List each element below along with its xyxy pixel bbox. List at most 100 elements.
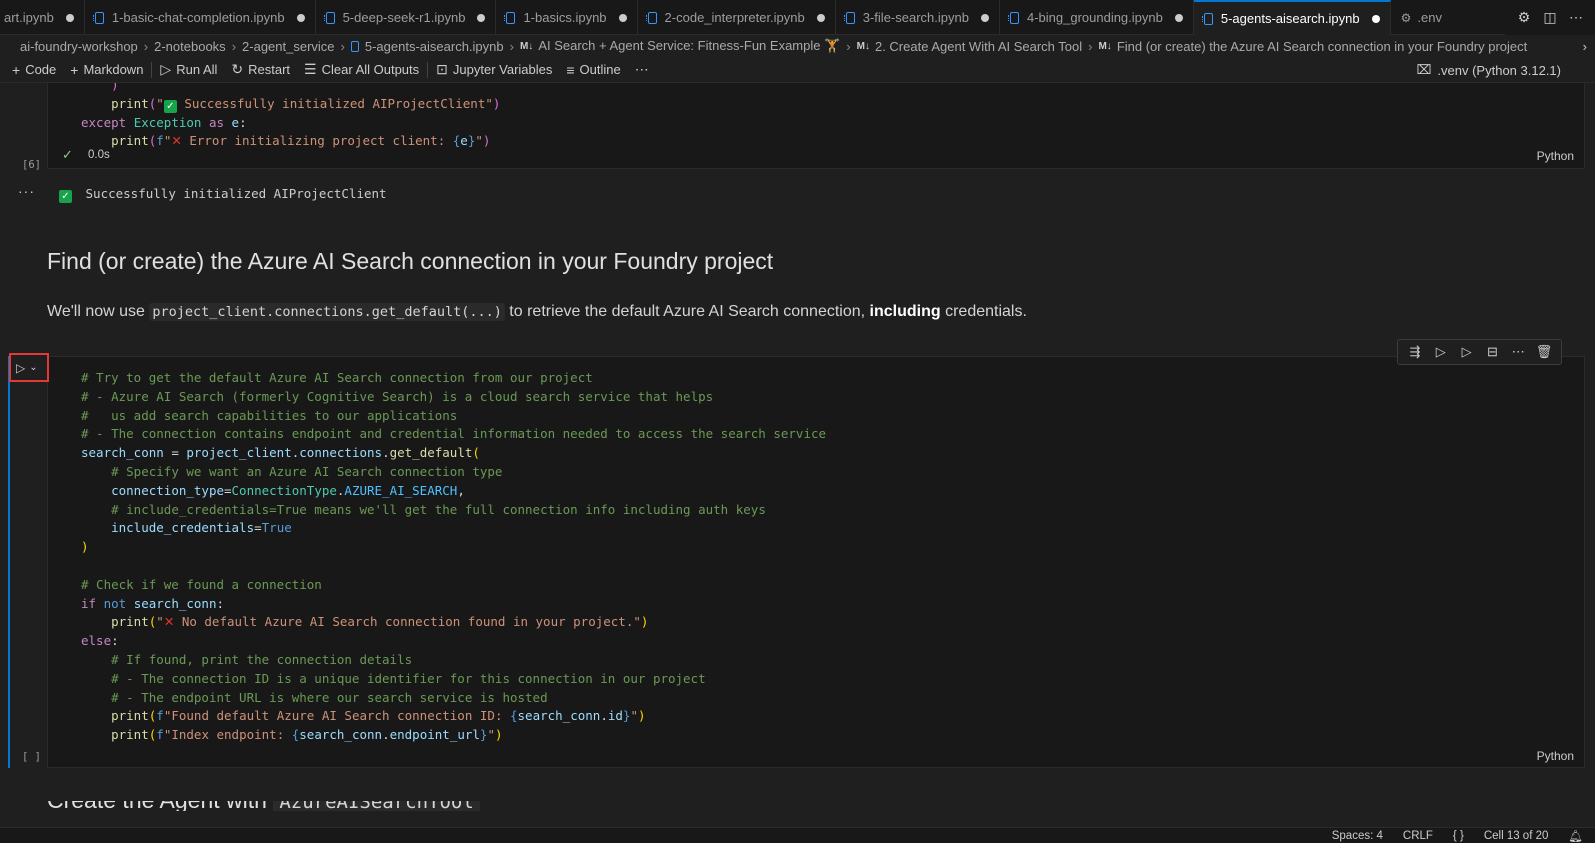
active-cell-indicator bbox=[8, 356, 10, 768]
code-cell-previous[interactable]: ) print(" ✓ Successfully initialized AIPr… bbox=[47, 83, 1585, 169]
restart-button[interactable]: ↻ Restart bbox=[231, 61, 290, 78]
cell-language-label[interactable]: Python bbox=[1537, 149, 1574, 163]
run-all-button[interactable]: ▷ Run All bbox=[160, 61, 217, 78]
notebook-icon bbox=[92, 11, 104, 24]
add-markdown-button[interactable]: + Markdown bbox=[70, 62, 143, 78]
toolbar-more-button[interactable]: ⋯ bbox=[635, 61, 654, 78]
para-text: credentials. bbox=[940, 303, 1027, 320]
line-ending-status[interactable]: CRLF bbox=[1403, 830, 1433, 842]
tab-deep-seek[interactable]: 5-deep-seek-r1.ipynb bbox=[316, 0, 497, 35]
tab-env[interactable]: ⚙ .env bbox=[1391, 0, 1452, 35]
next-heading-text: Create the Agent with bbox=[47, 801, 267, 811]
chevron-right-icon: › bbox=[340, 38, 345, 54]
cell-toolbar: ⇶ ▷ ▷ ⊟ ⋯ 🗑 bbox=[1397, 339, 1562, 365]
notebook-icon bbox=[1007, 11, 1019, 24]
breadcrumb-file[interactable]: 5-agents-aisearch.ipynb bbox=[365, 39, 504, 54]
unsaved-dot-icon bbox=[296, 13, 305, 22]
tab-label: 2-code_interpreter.ipynb bbox=[664, 10, 805, 25]
breadcrumb-section3[interactable]: Find (or create) the Azure AI Search con… bbox=[1117, 39, 1527, 54]
chevron-right-icon: › bbox=[846, 38, 851, 54]
para-text: to retrieve the default Azure AI Search … bbox=[504, 303, 870, 320]
notebook-toolbar: + Code + Markdown ▷ Run All ↻ Restart ☰ … bbox=[0, 57, 1595, 83]
markdown-icon: M↓ bbox=[519, 40, 534, 52]
notebook-icon bbox=[350, 40, 359, 52]
unsaved-dot-icon bbox=[477, 13, 486, 22]
language-braces-icon[interactable]: { } bbox=[1453, 830, 1464, 842]
para-text: We'll now use bbox=[47, 303, 150, 320]
toolbar-divider bbox=[427, 61, 429, 78]
cell-language-label[interactable]: Python bbox=[1537, 749, 1574, 763]
more-actions-icon[interactable]: ⋯ bbox=[1563, 9, 1589, 26]
output-more-icon[interactable]: ··· bbox=[18, 183, 35, 199]
notebook-icon bbox=[323, 11, 335, 24]
notebook-icon bbox=[843, 11, 855, 24]
chevron-right-icon: › bbox=[509, 38, 514, 54]
notebook-icon bbox=[504, 11, 516, 24]
para-bold: including bbox=[869, 303, 941, 320]
tab-file-search[interactable]: 3-file-search.ipynb bbox=[836, 0, 1000, 35]
breadcrumb-section1[interactable]: AI Search + Agent Service: Fitness-Fun E… bbox=[538, 38, 840, 54]
add-code-button[interactable]: + Code bbox=[12, 62, 56, 78]
breadcrumb: ai-foundry-workshop › 2-notebooks › 2-ag… bbox=[0, 35, 1595, 57]
outline-list-icon: ≡ bbox=[566, 61, 575, 78]
tab-start[interactable]: art.ipynb bbox=[0, 0, 85, 35]
tab-label: art.ipynb bbox=[4, 10, 54, 25]
plus-icon: + bbox=[12, 61, 21, 78]
breadcrumb-root[interactable]: ai-foundry-workshop bbox=[20, 39, 138, 54]
execute-below-icon[interactable]: ▷ bbox=[1455, 344, 1479, 360]
clear-outputs-label: Clear All Outputs bbox=[321, 62, 420, 77]
tab-label: 5-agents-aisearch.ipynb bbox=[1220, 11, 1360, 26]
add-code-label: Code bbox=[25, 62, 57, 77]
bell-icon[interactable]: 🔔︎ bbox=[1568, 829, 1583, 843]
unsaved-dot-icon bbox=[980, 13, 989, 22]
run-all-icon: ▷ bbox=[160, 61, 172, 77]
more-actions-icon[interactable]: ⋯ bbox=[1506, 344, 1530, 360]
exec-time: 0.0s bbox=[88, 149, 110, 161]
play-icon: ▷ bbox=[16, 360, 26, 375]
check-emoji-icon: ✓ bbox=[59, 190, 72, 203]
chevron-right-icon: › bbox=[143, 38, 149, 54]
tab-label: 4-bing_grounding.ipynb bbox=[1026, 10, 1163, 25]
settings-gear-icon[interactable]: ⚙ bbox=[1511, 9, 1537, 26]
markdown-heading: Find (or create) the Azure AI Search con… bbox=[47, 248, 774, 274]
chevron-down-icon[interactable]: ⌄ bbox=[29, 362, 37, 373]
clear-outputs-button[interactable]: ☰ Clear All Outputs bbox=[304, 61, 419, 78]
tab-code-interpreter[interactable]: 2-code_interpreter.ipynb bbox=[638, 0, 836, 35]
notebook-editor: ) print(" ✓ Successfully initialized AIPr… bbox=[0, 83, 1595, 827]
kernel-icon: ⌧ bbox=[1416, 62, 1432, 77]
run-cell-button[interactable]: ▷ ⌄ bbox=[9, 353, 49, 382]
split-editor-icon[interactable]: ◫ bbox=[1537, 9, 1563, 26]
split-cell-icon[interactable]: ⊟ bbox=[1480, 344, 1504, 360]
breadcrumb-folder1[interactable]: 2-notebooks bbox=[154, 39, 226, 54]
outline-button[interactable]: ≡ Outline bbox=[566, 62, 620, 78]
editor-tab-bar: art.ipynb 1-basic-chat-completion.ipynb … bbox=[0, 0, 1595, 35]
toolbar-divider bbox=[151, 61, 153, 78]
restart-icon: ↻ bbox=[231, 61, 244, 77]
success-check-icon: ✓ bbox=[62, 147, 73, 162]
code-cell-active[interactable]: # Try to get the default Azure AI Search… bbox=[47, 356, 1585, 768]
tab-label: .env bbox=[1417, 10, 1442, 25]
indentation-status[interactable]: Spaces: 4 bbox=[1332, 830, 1383, 842]
cell-source[interactable]: # Try to get the default Azure AI Search… bbox=[81, 369, 826, 745]
status-bar: Spaces: 4 CRLF { } Cell 13 of 20 🔔︎ bbox=[0, 827, 1595, 843]
jupyter-variables-button[interactable]: ⊡ Jupyter Variables bbox=[436, 61, 552, 78]
execute-above-icon[interactable]: ▷ bbox=[1429, 344, 1453, 360]
cell-position-status[interactable]: Cell 13 of 20 bbox=[1484, 830, 1549, 842]
cell-source[interactable]: ) print(" ✓ Successfully initialized AIPr… bbox=[81, 83, 500, 151]
unsaved-dot-icon bbox=[618, 13, 627, 22]
tab-label: 3-file-search.ipynb bbox=[862, 10, 969, 25]
breadcrumb-folder2[interactable]: 2-agent_service bbox=[242, 39, 335, 54]
jupyter-variables-label: Jupyter Variables bbox=[452, 62, 553, 77]
run-by-line-icon[interactable]: ⇶ bbox=[1403, 344, 1427, 360]
kernel-picker[interactable]: ⌧ .venv (Python 3.12.1) bbox=[1416, 57, 1561, 83]
tab-agents-aisearch[interactable]: 5-agents-aisearch.ipynb bbox=[1193, 0, 1391, 35]
unsaved-dot-icon bbox=[1174, 13, 1183, 22]
tab-basics[interactable]: 1-basics.ipynb bbox=[496, 0, 638, 35]
cell-output: ✓ Successfully initialized AIProjectClie… bbox=[59, 186, 387, 203]
tab-bing-grounding[interactable]: 4-bing_grounding.ipynb bbox=[1000, 0, 1194, 35]
breadcrumb-section2[interactable]: 2. Create Agent With AI Search Tool bbox=[875, 39, 1082, 54]
tab-basic-chat-completion[interactable]: 1-basic-chat-completion.ipynb bbox=[85, 0, 316, 35]
delete-cell-icon[interactable]: 🗑 bbox=[1532, 344, 1556, 360]
more-actions-icon: ⋯ bbox=[634, 61, 649, 77]
add-markdown-label: Markdown bbox=[83, 62, 144, 77]
